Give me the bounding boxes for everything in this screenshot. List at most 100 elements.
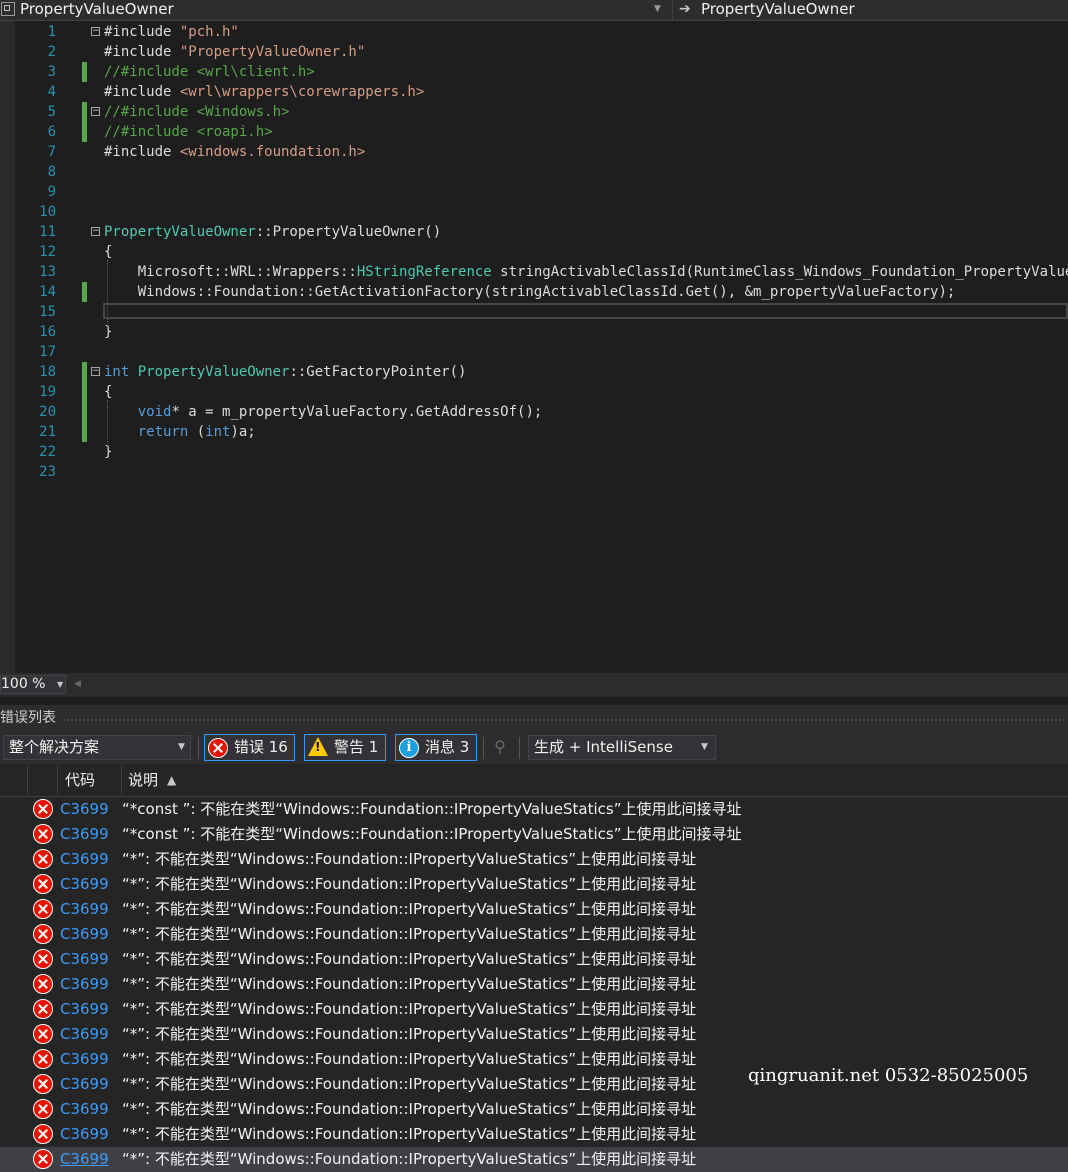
indent-guide xyxy=(107,400,109,454)
warnings-toggle-button[interactable]: ! 警告 1 xyxy=(304,734,386,761)
code-line[interactable]: 3 //#include <wrl\client.h> xyxy=(0,62,1068,82)
code-line[interactable]: 7 #include <windows.foundation.h> xyxy=(0,142,1068,162)
column-header-description[interactable]: 说明 xyxy=(128,764,158,796)
code-line[interactable]: 8 xyxy=(0,162,1068,182)
error-description: “*”: 不能在类型“Windows::Foundation::IPropert… xyxy=(122,1000,697,1018)
error-code-link[interactable]: C3699 xyxy=(60,822,109,847)
error-row[interactable]: C3699 “*”: 不能在类型“Windows::Foundation::IPr… xyxy=(0,1097,1068,1122)
error-code-link[interactable]: C3699 xyxy=(60,1097,109,1122)
error-description: “*”: 不能在类型“Windows::Foundation::IPropert… xyxy=(122,900,697,918)
error-code-link[interactable]: C3699 xyxy=(60,797,109,822)
code-line[interactable]: 23 xyxy=(0,462,1068,482)
code-line[interactable]: 11 − PropertyValueOwner::PropertyValueOwne… xyxy=(0,222,1068,242)
error-row[interactable]: C3699 “*”: 不能在类型“Windows::Foundation::IPr… xyxy=(0,897,1068,922)
drag-grip[interactable] xyxy=(66,718,1066,721)
code-line[interactable]: 2 #include "PropertyValueOwner.h" xyxy=(0,42,1068,62)
error-description: “*”: 不能在类型“Windows::Foundation::IPropert… xyxy=(122,975,697,993)
code-line[interactable]: 4 #include <wrl\wrappers\corewrappers.h> xyxy=(0,82,1068,102)
scope-filter-dropdown[interactable]: 整个解决方案 ▼ xyxy=(3,735,191,760)
zoom-dropdown[interactable]: 100 % ▼ xyxy=(0,675,66,694)
error-code-link[interactable]: C3699 xyxy=(60,972,109,997)
code-token: )a; xyxy=(230,424,256,440)
scroll-left-icon[interactable]: ◀ xyxy=(74,679,81,689)
code-line[interactable]: 9 xyxy=(0,182,1068,202)
error-code-link[interactable]: C3699 xyxy=(60,1022,109,1047)
code-text: Microsoft::WRL::Wrappers::HStringReferen… xyxy=(104,262,1068,282)
filter-icon[interactable]: ⚲ xyxy=(489,736,511,758)
code-line[interactable]: 18 − int PropertyValueOwner::GetFactoryPoi… xyxy=(0,362,1068,382)
scope-filter-value: 整个解决方案 xyxy=(9,738,100,756)
error-row[interactable]: C3699 “*const ”: 不能在类型“Windows::Foundatio… xyxy=(0,822,1068,847)
code-line[interactable]: 14 Windows::Foundation::GetActivationFac… xyxy=(0,282,1068,302)
line-number: 5 xyxy=(47,104,56,120)
error-row[interactable]: C3699 “*”: 不能在类型“Windows::Foundation::IPr… xyxy=(0,1122,1068,1147)
line-number: 19 xyxy=(39,384,56,400)
code-line[interactable]: 13 Microsoft::WRL::Wrappers::HStringRefe… xyxy=(0,262,1068,282)
code-token: //#include <Windows.h> xyxy=(104,104,290,120)
error-row[interactable]: C3699 “*”: 不能在类型“Windows::Foundation::IPr… xyxy=(0,947,1068,972)
error-code-link[interactable]: C3699 xyxy=(60,1122,109,1147)
code-token: { xyxy=(104,384,113,400)
error-row[interactable]: C3699 “*”: 不能在类型“Windows::Foundation::IPr… xyxy=(0,872,1068,897)
code-line[interactable]: 21 return (int)a; xyxy=(0,422,1068,442)
error-icon xyxy=(33,1099,53,1119)
error-code-link[interactable]: C3699 xyxy=(60,872,109,897)
error-row[interactable]: C3699 “*”: 不能在类型“Windows::Foundation::IPr… xyxy=(0,997,1068,1022)
collapse-icon[interactable]: − xyxy=(91,27,100,36)
source-filter-dropdown[interactable]: 生成 + IntelliSense ▼ xyxy=(528,735,716,760)
column-separator xyxy=(27,766,28,794)
column-header-code[interactable]: 代码 xyxy=(65,764,95,796)
code-line[interactable]: 16} xyxy=(0,322,1068,342)
code-editor[interactable]: 1− #include "pch.h" 2 #include "PropertyVal… xyxy=(0,21,1068,673)
error-description: “*”: 不能在类型“Windows::Foundation::IPropert… xyxy=(122,1075,697,1093)
error-code-link[interactable]: C3699 xyxy=(60,1047,109,1072)
code-line[interactable]: 20 void* a = m_propertyValueFactory.GetA… xyxy=(0,402,1068,422)
error-row[interactable]: C3699 “*”: 不能在类型“Windows::Foundation::IPr… xyxy=(0,922,1068,947)
error-description: “*”: 不能在类型“Windows::Foundation::IPropert… xyxy=(122,925,697,943)
messages-toggle-button[interactable]: i 消息 3 xyxy=(395,734,477,761)
error-code-link[interactable]: C3699 xyxy=(60,1147,109,1172)
toolbar-separator xyxy=(198,737,199,759)
code-line[interactable]: 5 −//#include <Windows.h> xyxy=(0,102,1068,122)
code-text: return (int)a; xyxy=(104,422,256,442)
error-row[interactable]: C3699 “*const ”: 不能在类型“Windows::Foundatio… xyxy=(0,797,1068,822)
code-line[interactable]: 6 //#include <roapi.h> xyxy=(0,122,1068,142)
code-line[interactable]: 1 − #include "pch.h" xyxy=(0,22,1068,42)
collapse-icon[interactable]: − xyxy=(91,367,100,376)
error-code-link[interactable]: C3699 xyxy=(60,947,109,972)
code-line[interactable]: 15 xyxy=(0,302,1068,322)
error-description: “*”: 不能在类型“Windows::Foundation::IPropert… xyxy=(122,1025,697,1043)
error-icon xyxy=(33,1049,53,1069)
error-row[interactable]: C3699 “*”: 不能在类型“Windows::Foundation::IPr… xyxy=(0,847,1068,872)
zoom-level: 100 % xyxy=(1,676,46,692)
code-token: ::GetFactoryPointer() xyxy=(289,364,467,380)
error-code-link[interactable]: C3699 xyxy=(60,922,109,947)
error-code-link[interactable]: C3699 xyxy=(60,1072,109,1097)
member-dropdown[interactable]: ➔ PropertyValueOwner xyxy=(672,0,1068,20)
code-line[interactable]: 12 { xyxy=(0,242,1068,262)
scope-dropdown[interactable]: PropertyValueOwner ▼ xyxy=(0,0,670,20)
error-row[interactable]: C3699 “*”: 不能在类型“Windows::Foundation::IPr… xyxy=(0,1022,1068,1047)
line-number: 21 xyxy=(39,424,56,440)
collapse-icon[interactable]: − xyxy=(91,107,100,116)
code-line[interactable]: 17 xyxy=(0,342,1068,362)
chevron-down-icon: ▼ xyxy=(178,742,185,752)
collapse-icon[interactable]: − xyxy=(91,227,100,236)
column-separator xyxy=(121,766,122,794)
error-code-link[interactable]: C3699 xyxy=(60,997,109,1022)
chevron-down-icon: ▼ xyxy=(57,680,64,689)
line-number: 3 xyxy=(47,64,56,80)
code-line[interactable]: 19 { xyxy=(0,382,1068,402)
line-number: 6 xyxy=(47,124,56,140)
errors-toggle-button[interactable]: 错误 16 xyxy=(204,734,295,761)
error-code-link[interactable]: C3699 xyxy=(60,897,109,922)
error-description: “*const ”: 不能在类型“Windows::Foundation::IP… xyxy=(122,800,742,818)
code-line[interactable]: 10 xyxy=(0,202,1068,222)
error-code-link[interactable]: C3699 xyxy=(60,847,109,872)
code-line[interactable]: 22} xyxy=(0,442,1068,462)
change-marker xyxy=(82,402,87,422)
error-row[interactable]: C3699 “*”: 不能在类型“Windows::Foundation::IPr… xyxy=(0,1147,1068,1172)
code-text: #include "PropertyValueOwner.h" xyxy=(104,42,365,62)
error-row[interactable]: C3699 “*”: 不能在类型“Windows::Foundation::IPr… xyxy=(0,972,1068,997)
change-marker xyxy=(82,282,87,302)
